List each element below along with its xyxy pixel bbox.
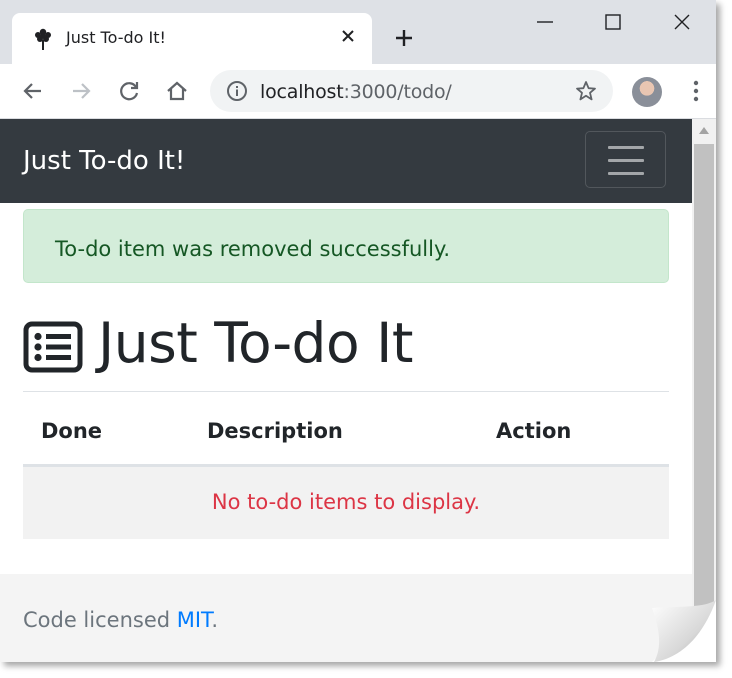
- footer: Code licensed MIT.: [0, 574, 692, 662]
- footer-prefix: Code licensed: [23, 608, 177, 632]
- url-path: :3000/todo/: [343, 81, 452, 103]
- page-title: Just To-do It: [23, 311, 669, 385]
- navbar-toggler-button[interactable]: [585, 131, 666, 188]
- browser-tab[interactable]: Just To-do It!: [12, 13, 372, 64]
- star-icon[interactable]: [574, 79, 598, 103]
- page-viewport: Just To-do It! To-do item was removed su…: [0, 119, 692, 662]
- navbar: Just To-do It!: [0, 119, 692, 203]
- alert-message: To-do item was removed successfully.: [55, 237, 451, 261]
- minimize-icon[interactable]: [533, 10, 557, 34]
- scroll-thumb[interactable]: [694, 144, 714, 644]
- tree-favicon-icon: [35, 28, 51, 50]
- reload-icon[interactable]: [116, 78, 142, 104]
- column-header-action: Action: [496, 419, 572, 443]
- hamburger-icon: [608, 172, 644, 175]
- avatar[interactable]: [632, 77, 662, 107]
- column-header-description: Description: [207, 419, 343, 443]
- column-header-done: Done: [41, 419, 103, 443]
- address-bar[interactable]: localhost:3000/todo/: [210, 70, 613, 112]
- mit-license-link[interactable]: MIT: [177, 608, 212, 632]
- window-close-icon[interactable]: [670, 10, 694, 34]
- success-alert: To-do item was removed successfully.: [23, 209, 669, 283]
- page-curl-decoration: [652, 600, 716, 662]
- info-icon[interactable]: [226, 80, 248, 102]
- maximize-icon[interactable]: [601, 10, 625, 34]
- home-icon[interactable]: [164, 78, 190, 104]
- table-row: No to-do items to display.: [23, 467, 669, 539]
- table-top-border: [23, 391, 669, 392]
- tab-strip: Just To-do It!: [0, 0, 716, 64]
- menu-dots-icon[interactable]: [684, 78, 708, 104]
- url-host: localhost: [260, 81, 344, 103]
- browser-window: Just To-do It! localhost:3000/todo/ Just…: [0, 0, 716, 662]
- scroll-up-arrow-icon[interactable]: [699, 127, 709, 134]
- empty-message: No to-do items to display.: [211, 490, 481, 514]
- hamburger-icon: [608, 146, 644, 149]
- tab-title: Just To-do It!: [66, 28, 166, 47]
- back-arrow-icon[interactable]: [20, 78, 46, 104]
- list-alt-icon: [23, 321, 83, 373]
- scrollbar[interactable]: [692, 119, 716, 662]
- navbar-brand[interactable]: Just To-do It!: [23, 146, 185, 176]
- plus-icon[interactable]: [392, 26, 416, 50]
- url-text[interactable]: localhost:3000/todo/: [260, 81, 452, 103]
- footer-text: Code licensed MIT.: [23, 608, 218, 632]
- footer-suffix: .: [211, 608, 219, 632]
- page-heading: Just To-do It: [98, 311, 413, 375]
- hamburger-icon: [608, 159, 644, 162]
- forward-arrow-icon[interactable]: [68, 78, 94, 104]
- browser-toolbar: localhost:3000/todo/: [0, 64, 716, 119]
- close-icon[interactable]: [338, 26, 358, 46]
